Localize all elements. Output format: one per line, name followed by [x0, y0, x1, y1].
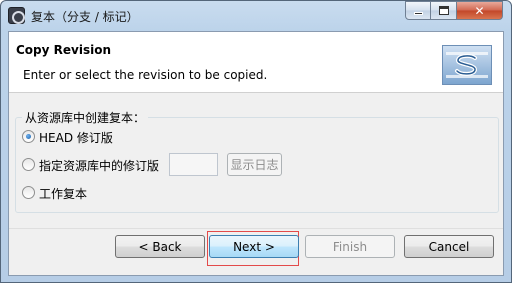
minimize-icon: [413, 12, 423, 15]
subversion-logo-icon: [442, 45, 492, 85]
window-title: 复本（分支 / 标记）: [31, 10, 139, 24]
finish-button[interactable]: Finish: [305, 235, 395, 258]
next-button[interactable]: Next >: [209, 235, 299, 258]
head-revision-label[interactable]: HEAD 修订版: [39, 129, 113, 146]
maximize-button[interactable]: [431, 1, 457, 20]
show-log-button[interactable]: 显示日志: [227, 153, 282, 176]
minimize-button[interactable]: [405, 1, 431, 20]
specific-revision-label[interactable]: 指定资源库中的修订版: [39, 157, 159, 174]
wizard-header: Copy Revision Enter or select the revisi…: [9, 32, 503, 93]
page-title: Copy Revision: [16, 43, 111, 57]
specific-revision-radio[interactable]: [22, 158, 35, 171]
dialog-client-area: Copy Revision Enter or select the revisi…: [8, 31, 504, 276]
logo-graphic: [446, 52, 488, 78]
button-separator: [9, 228, 503, 229]
working-copy-radio[interactable]: [22, 186, 35, 199]
working-copy-label[interactable]: 工作复本: [39, 185, 87, 202]
maximize-icon: [438, 6, 449, 15]
page-description: Enter or select the revision to be copie…: [23, 68, 268, 82]
app-icon: [8, 7, 25, 24]
close-icon: ✕: [474, 3, 485, 18]
dialog-window: 复本（分支 / 标记） ✕ Copy Revision Enter or sel…: [0, 0, 512, 283]
head-revision-radio[interactable]: [22, 130, 35, 143]
back-button[interactable]: < Back: [115, 235, 205, 258]
revision-input[interactable]: [169, 153, 218, 176]
copy-source-group-label: 从资源库中创建复本：: [22, 109, 149, 126]
title-bar[interactable]: 复本（分支 / 标记） ✕: [1, 1, 511, 31]
cancel-button[interactable]: Cancel: [404, 235, 494, 258]
close-button[interactable]: ✕: [457, 1, 503, 20]
